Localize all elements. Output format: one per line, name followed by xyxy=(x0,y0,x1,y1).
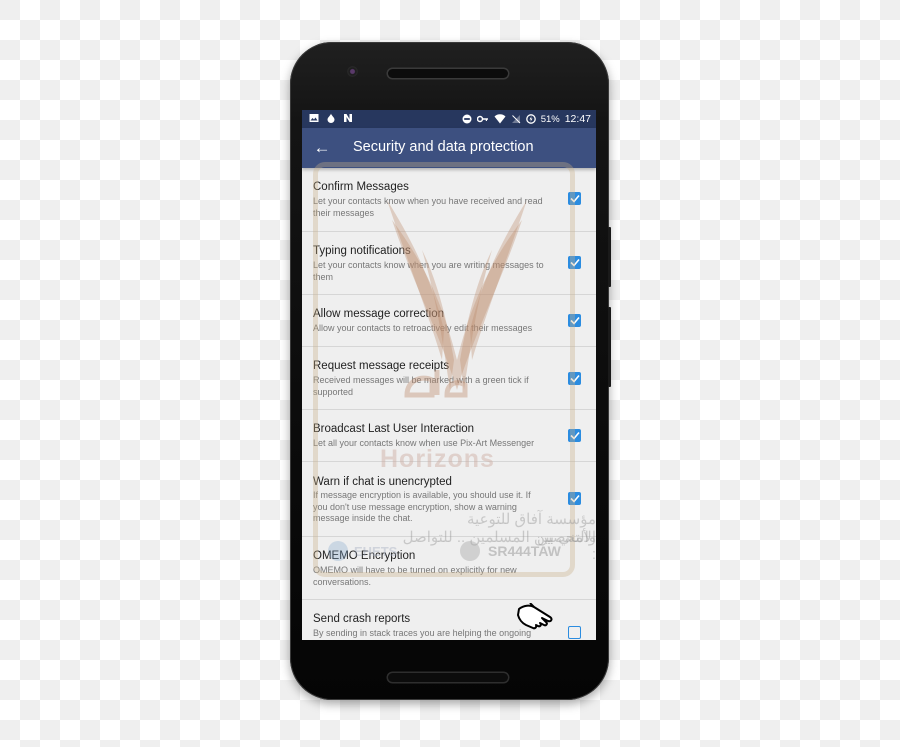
checkbox-checked[interactable] xyxy=(568,314,581,327)
checkbox-unchecked[interactable] xyxy=(568,626,581,639)
setting-summary: Let all your contacts know when use Pix-… xyxy=(313,438,535,448)
clock: 12:47 xyxy=(564,113,591,125)
setting-title: Request message receipts xyxy=(313,360,450,372)
setting-request-message-receipts[interactable]: Request message receipts Received messag… xyxy=(302,347,596,410)
setting-summary: Let your contacts know when you are writ… xyxy=(313,260,544,282)
setting-confirm-messages[interactable]: Confirm Messages Let your contacts know … xyxy=(302,168,596,232)
setting-summary: Let your contacts know when you have rec… xyxy=(313,196,543,218)
checkbox-checked[interactable] xyxy=(568,492,581,505)
n-icon xyxy=(344,114,352,122)
battery-saver-icon xyxy=(525,114,536,124)
no-sim-icon xyxy=(511,115,521,124)
check-icon xyxy=(569,258,580,267)
battery-percentage: 51% xyxy=(540,113,560,125)
setting-omemo-encryption[interactable]: OMEMO Encryption OMEMO will have to be t… xyxy=(302,537,596,600)
checkbox-checked[interactable] xyxy=(568,256,581,269)
setting-title: Confirm Messages xyxy=(313,181,409,193)
setting-broadcast-last-user-interaction[interactable]: Broadcast Last User Interaction Let all … xyxy=(302,410,596,462)
drop-icon xyxy=(327,113,335,123)
check-icon xyxy=(569,194,580,203)
check-icon xyxy=(569,374,580,383)
phone-frame: 51% 12:47 ← Security and data protection… xyxy=(290,42,611,700)
arrow-left-icon[interactable]: ← xyxy=(312,138,332,158)
checkbox-checked[interactable] xyxy=(568,192,581,205)
app-bar: ← Security and data protection xyxy=(302,128,596,168)
setting-summary: Received messages will be marked with a … xyxy=(313,375,529,397)
setting-summary: OMEMO will have to be turned on explicit… xyxy=(313,565,517,587)
image-icon xyxy=(309,114,319,122)
do-not-disturb-icon xyxy=(462,114,472,124)
volume-button xyxy=(608,307,611,387)
setting-title: Warn if chat is unencrypted xyxy=(313,476,452,488)
setting-warn-if-unencrypted[interactable]: Warn if chat is unencrypted If message e… xyxy=(302,462,596,537)
setting-summary: If message encryption is available, you … xyxy=(313,490,531,523)
screen: 51% 12:47 ← Security and data protection… xyxy=(302,110,596,640)
bottom-speaker xyxy=(388,673,508,682)
page-title: Security and data protection xyxy=(353,139,534,155)
top-speaker xyxy=(388,69,508,78)
checkbox-checked[interactable] xyxy=(568,372,581,385)
settings-list: Confirm Messages Let your contacts know … xyxy=(302,168,596,640)
wifi-icon xyxy=(494,114,506,124)
setting-summary: Allow your contacts to retroactively edi… xyxy=(313,323,533,333)
setting-title: Typing notifications xyxy=(313,245,411,257)
pointing-hand-cursor-icon xyxy=(517,603,553,630)
setting-typing-notifications[interactable]: Typing notifications Let your contacts k… xyxy=(302,232,596,295)
setting-title: Send crash reports xyxy=(313,613,411,625)
checkbox-checked[interactable] xyxy=(568,429,581,442)
front-camera xyxy=(347,66,358,77)
setting-title: OMEMO Encryption xyxy=(313,550,416,562)
key-icon xyxy=(476,115,488,123)
power-button xyxy=(608,227,611,287)
setting-title: Broadcast Last User Interaction xyxy=(313,423,475,435)
setting-title: Allow message correction xyxy=(313,308,445,320)
status-bar: 51% 12:47 xyxy=(302,110,596,128)
check-icon xyxy=(569,431,580,440)
check-icon xyxy=(569,316,580,325)
setting-allow-message-correction[interactable]: Allow message correction Allow your cont… xyxy=(302,295,596,347)
check-icon xyxy=(569,494,580,503)
